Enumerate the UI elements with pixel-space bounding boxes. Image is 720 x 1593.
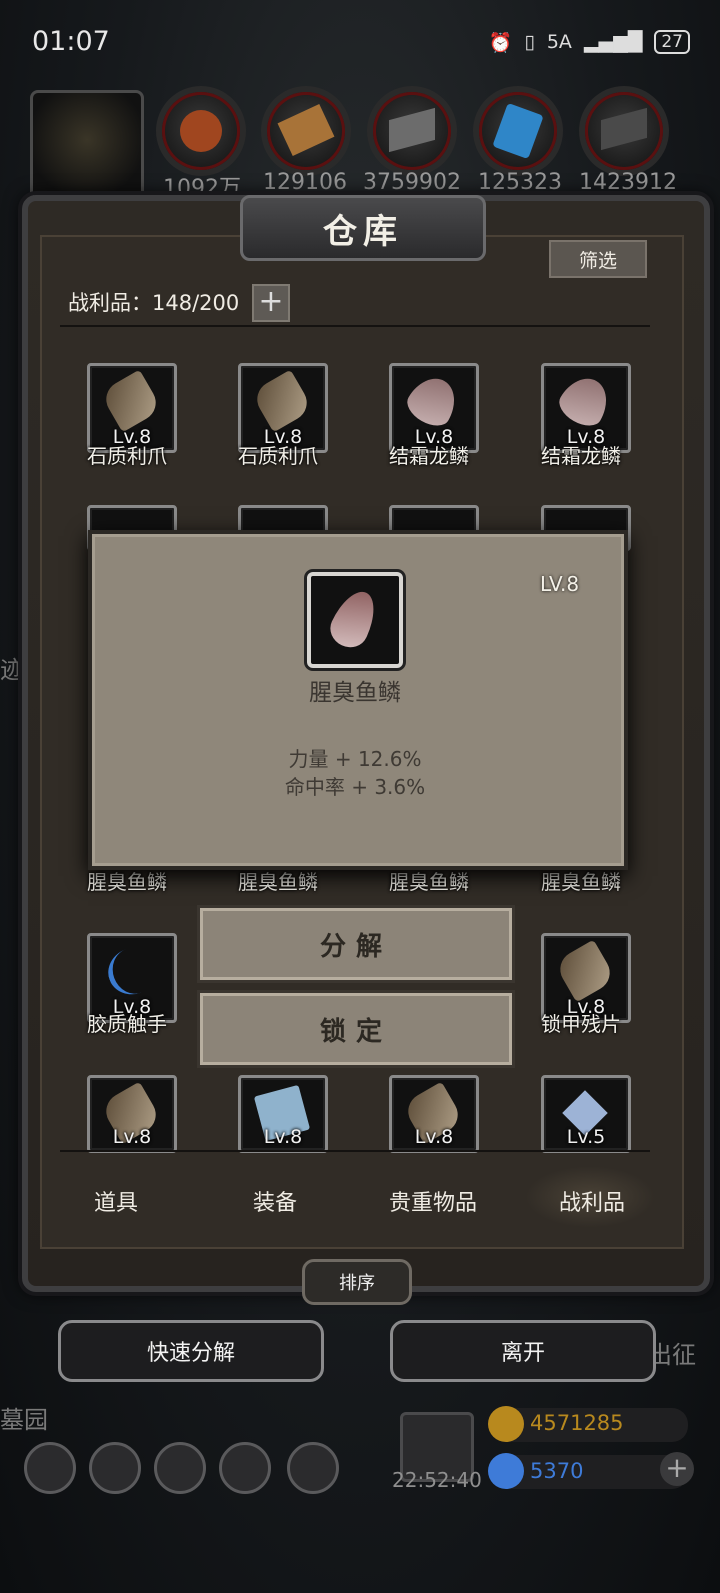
item-name: 腥臭鱼鳞 xyxy=(238,870,318,894)
item-name: 结霜龙鳞 xyxy=(541,444,621,468)
gem-icon xyxy=(488,1453,524,1489)
item-name: 胶质触手 xyxy=(87,1012,167,1036)
scale-icon xyxy=(553,369,617,433)
item-name: 石质利爪 xyxy=(87,444,167,468)
item-name: 腥臭鱼鳞 xyxy=(87,870,167,894)
item-name: 腥臭鱼鳞 xyxy=(389,870,469,894)
panel-title: 仓库 xyxy=(323,211,403,252)
item-detail-stat: 力量 + 12.6% xyxy=(288,747,422,771)
filter-button[interactable]: 筛选 xyxy=(549,240,647,278)
item-level: Lv.8 xyxy=(112,1126,152,1148)
item-slot[interactable]: Lv.5 xyxy=(541,1075,631,1153)
resource-4-icon xyxy=(479,92,557,170)
expand-capacity-button[interactable]: + xyxy=(252,284,290,322)
resource-3-icon xyxy=(373,92,451,170)
item-slot[interactable]: Lv.8 xyxy=(87,1075,177,1153)
gift-timer: 22:52:40 xyxy=(392,1468,482,1492)
scale-icon xyxy=(401,369,465,433)
divider xyxy=(60,325,650,327)
resource-4-value: 125323 xyxy=(478,170,562,195)
item-detail-name: 腥臭鱼鳞 xyxy=(309,680,401,706)
vibrate-icon: ▯ xyxy=(524,31,535,53)
item-level: Lv.8 xyxy=(414,1126,454,1148)
item-detail-level: LV.8 xyxy=(540,572,580,596)
resource-1-icon xyxy=(162,92,240,170)
star-icon[interactable] xyxy=(89,1442,141,1494)
sort-button[interactable]: 排序 xyxy=(302,1259,412,1305)
item-level: Lv.8 xyxy=(263,1126,303,1148)
gold-coin-icon xyxy=(488,1406,524,1442)
tentacle-icon xyxy=(101,940,166,1002)
grid-icon[interactable] xyxy=(154,1442,206,1494)
alarm-icon: ⏰ xyxy=(488,31,513,54)
signal-icon: ▂▄▆█ xyxy=(583,31,643,53)
side-text-left-bottom: 墓园 xyxy=(0,1406,48,1434)
chainmail-icon xyxy=(553,939,617,1003)
guild-icon[interactable] xyxy=(287,1442,339,1494)
gem-amount: 5370 xyxy=(530,1459,584,1483)
item-slot[interactable]: Lv.8 xyxy=(238,1075,328,1153)
resource-5-value: 1423912 xyxy=(579,170,677,195)
side-text-left-mid: 迹 xyxy=(0,656,24,684)
tab-loot[interactable]: 战利品 xyxy=(527,1185,657,1217)
status-time: 01:07 xyxy=(32,26,110,57)
resource-2-icon xyxy=(267,92,345,170)
gold-amount: 4571285 xyxy=(530,1411,624,1435)
quick-decompose-button[interactable]: 快速分解 xyxy=(58,1320,324,1382)
title-plate: 仓库 xyxy=(240,195,486,261)
item-detail-stat: 命中率 + 3.6% xyxy=(284,775,426,799)
tab-equipment[interactable]: 装备 xyxy=(210,1185,340,1217)
leave-button[interactable]: 离开 xyxy=(390,1320,656,1382)
player-avatar[interactable] xyxy=(30,90,144,200)
item-name: 石质利爪 xyxy=(238,444,318,468)
tab-items[interactable]: 道具 xyxy=(51,1185,181,1217)
item-detail-icon xyxy=(307,572,403,668)
resource-2-value: 129106 xyxy=(263,170,347,195)
loot-capacity: 战利品：148/200 xyxy=(68,291,240,315)
lock-button[interactable]: 锁定 xyxy=(197,990,515,1068)
item-slot[interactable]: Lv.8 xyxy=(389,1075,479,1153)
claw-icon xyxy=(99,369,163,433)
network-label: 5A xyxy=(546,31,572,53)
scale-icon xyxy=(324,584,384,654)
decompose-button[interactable]: 分解 xyxy=(197,905,515,983)
divider xyxy=(60,1150,650,1152)
add-gems-button[interactable]: + xyxy=(660,1452,694,1486)
resource-5-icon xyxy=(585,92,663,170)
status-icons: ⏰ ▯ 5A ▂▄▆█ 27 xyxy=(489,30,690,54)
item-name: 结霜龙鳞 xyxy=(389,444,469,468)
battery-icon: 27 xyxy=(654,30,690,54)
claw-icon xyxy=(250,369,314,433)
item-level: Lv.5 xyxy=(566,1126,606,1148)
resource-3-value: 3759902 xyxy=(363,170,461,195)
mail-icon[interactable] xyxy=(219,1442,271,1494)
item-name: 腥臭鱼鳞 xyxy=(541,870,621,894)
tab-valuables[interactable]: 贵重物品 xyxy=(368,1185,498,1217)
settings-icon[interactable] xyxy=(24,1442,76,1494)
item-name: 锁甲残片 xyxy=(541,1012,621,1036)
